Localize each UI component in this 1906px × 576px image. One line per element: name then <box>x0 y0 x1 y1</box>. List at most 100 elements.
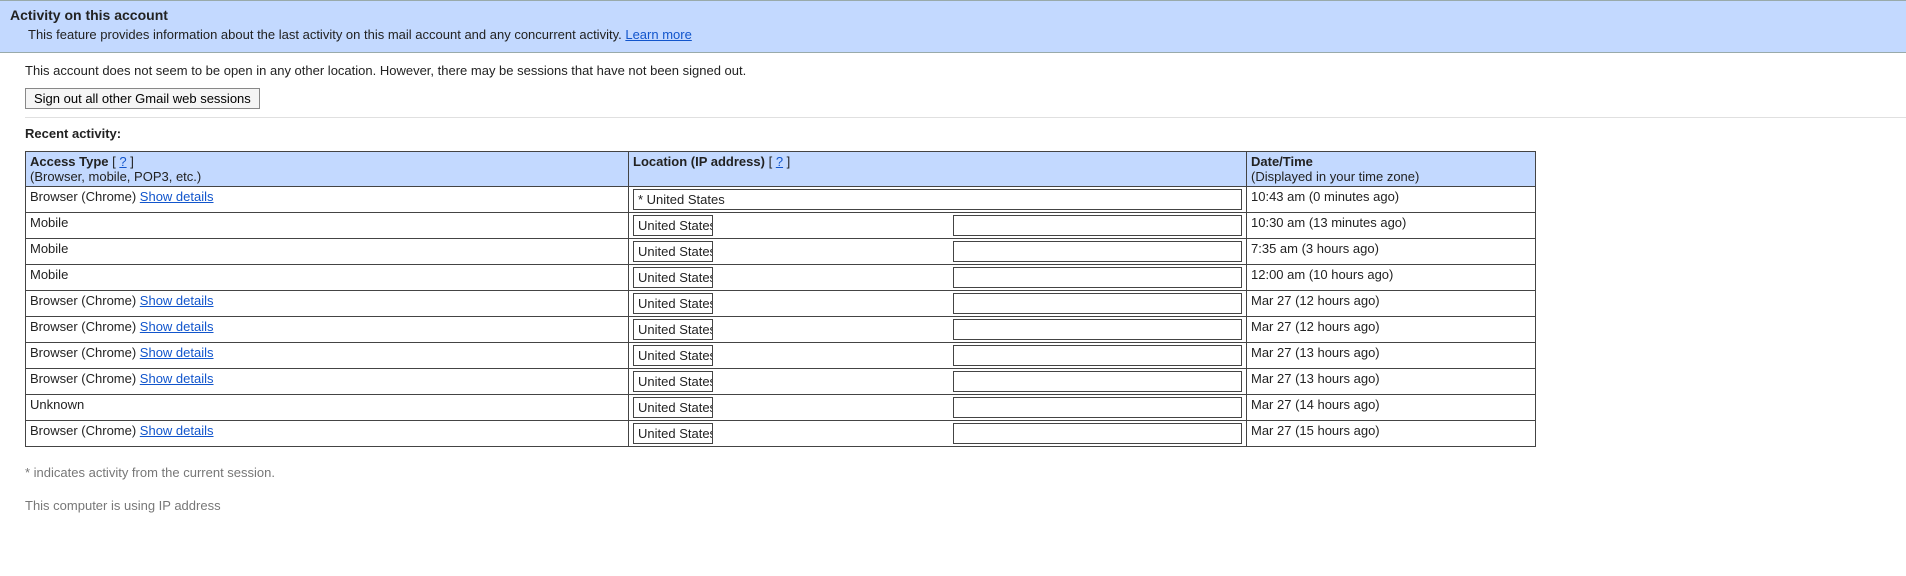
location-cell: United States (1 <box>629 265 1247 291</box>
access-cell: Unknown <box>26 395 629 421</box>
access-type-text: Browser (Chrome) <box>30 189 140 204</box>
show-details-link[interactable]: Show details <box>140 423 214 438</box>
access-cell: Browser (Chrome) Show details <box>26 187 629 213</box>
location-empty-right <box>953 215 1242 236</box>
location-cell: United States (1 <box>629 213 1247 239</box>
location-text: United States (1 <box>633 267 713 288</box>
location-empty-right <box>953 319 1242 340</box>
location-empty-right <box>953 293 1242 314</box>
access-type-help-link[interactable]: ? <box>119 154 126 169</box>
datetime-cell: 7:35 am (3 hours ago) <box>1247 239 1536 265</box>
show-details-link[interactable]: Show details <box>140 345 214 360</box>
col-header-access: Access Type [ ? ] (Browser, mobile, POP3… <box>26 152 629 187</box>
location-text: United States (1 <box>633 397 713 418</box>
location-gap <box>713 345 953 366</box>
show-details-link[interactable]: Show details <box>140 189 214 204</box>
recent-activity-label: Recent activity: <box>25 126 1906 141</box>
access-type-text: Browser (Chrome) <box>30 345 140 360</box>
access-cell: Browser (Chrome) Show details <box>26 343 629 369</box>
datetime-cell: 10:30 am (13 minutes ago) <box>1247 213 1536 239</box>
table-header-row: Access Type [ ? ] (Browser, mobile, POP3… <box>26 152 1536 187</box>
location-text: United States (1 <box>633 241 713 262</box>
location-cell: United States (1 <box>629 395 1247 421</box>
datetime-cell: Mar 27 (13 hours ago) <box>1247 343 1536 369</box>
location-cell: United States (1 <box>629 369 1247 395</box>
col-header-datetime-sub: (Displayed in your time zone) <box>1251 169 1419 184</box>
access-cell: Browser (Chrome) Show details <box>26 421 629 447</box>
learn-more-link[interactable]: Learn more <box>625 27 691 42</box>
location-empty-right <box>953 397 1242 418</box>
location-text: * United States <box>633 189 1242 210</box>
location-gap <box>713 293 953 314</box>
access-cell: Browser (Chrome) Show details <box>26 317 629 343</box>
access-cell: Browser (Chrome) Show details <box>26 291 629 317</box>
table-row: Browser (Chrome) Show detailsUnited Stat… <box>26 369 1536 395</box>
access-type-text: Browser (Chrome) <box>30 319 140 334</box>
banner-description: This feature provides information about … <box>10 27 1896 42</box>
location-empty-right <box>953 267 1242 288</box>
table-row: Browser (Chrome) Show detailsUnited Stat… <box>26 291 1536 317</box>
location-empty-right <box>953 423 1242 444</box>
divider <box>25 117 1906 118</box>
datetime-cell: Mar 27 (13 hours ago) <box>1247 369 1536 395</box>
show-details-link[interactable]: Show details <box>140 293 214 308</box>
location-gap <box>713 267 953 288</box>
location-empty-right <box>953 371 1242 392</box>
location-text: United States (1 <box>633 293 713 314</box>
access-type-text: Browser (Chrome) <box>30 371 140 386</box>
show-details-link[interactable]: Show details <box>140 319 214 334</box>
location-cell: United States (1 <box>629 239 1247 265</box>
location-text: United States (1 <box>633 319 713 340</box>
location-text: United States (1 <box>633 345 713 366</box>
access-type-text: Browser (Chrome) <box>30 423 140 438</box>
table-row: Mobile United States (1 10:30 am (13 minut… <box>26 213 1536 239</box>
table-row: Unknown United States (1 Mar 27 (14 hours … <box>26 395 1536 421</box>
datetime-cell: Mar 27 (15 hours ago) <box>1247 421 1536 447</box>
location-text: United States (1 <box>633 371 713 392</box>
access-type-text: Mobile <box>30 267 68 282</box>
access-type-text: Mobile <box>30 241 68 256</box>
access-cell: Mobile <box>26 239 629 265</box>
col-header-location-title: Location (IP address) <box>633 154 765 169</box>
location-help-link[interactable]: ? <box>776 154 783 169</box>
col-header-datetime: Date/Time (Displayed in your time zone) <box>1247 152 1536 187</box>
table-row: Browser (Chrome) Show detailsUnited Stat… <box>26 343 1536 369</box>
col-header-datetime-title: Date/Time <box>1251 154 1313 169</box>
access-type-text: Unknown <box>30 397 84 412</box>
location-empty-right <box>953 345 1242 366</box>
col-header-location: Location (IP address) [ ? ] <box>629 152 1247 187</box>
table-row: Browser (Chrome) Show detailsUnited Stat… <box>26 421 1536 447</box>
datetime-cell: 12:00 am (10 hours ago) <box>1247 265 1536 291</box>
datetime-cell: Mar 27 (12 hours ago) <box>1247 317 1536 343</box>
location-cell: * United States <box>629 187 1247 213</box>
activity-table: Access Type [ ? ] (Browser, mobile, POP3… <box>25 151 1536 447</box>
location-empty-right <box>953 241 1242 262</box>
access-type-text: Mobile <box>30 215 68 230</box>
signout-other-sessions-button[interactable]: Sign out all other Gmail web sessions <box>25 88 260 109</box>
info-banner: Activity on this account This feature pr… <box>0 0 1906 53</box>
col-header-access-sub: (Browser, mobile, POP3, etc.) <box>30 169 201 184</box>
current-session-footnote: * indicates activity from the current se… <box>25 465 1906 480</box>
page-title: Activity on this account <box>10 7 1896 23</box>
datetime-cell: 10:43 am (0 minutes ago) <box>1247 187 1536 213</box>
current-ip-label: This computer is using IP address <box>25 498 1906 513</box>
table-row: Mobile United States (1 7:35 am (3 hours a… <box>26 239 1536 265</box>
table-row: Mobile United States (1 12:00 am (10 hours… <box>26 265 1536 291</box>
location-gap <box>713 371 953 392</box>
access-cell: Browser (Chrome) Show details <box>26 369 629 395</box>
table-row: Browser (Chrome) Show detailsUnited Stat… <box>26 317 1536 343</box>
datetime-cell: Mar 27 (14 hours ago) <box>1247 395 1536 421</box>
access-type-text: Browser (Chrome) <box>30 293 140 308</box>
location-gap <box>713 215 953 236</box>
location-text: United States (1 <box>633 215 713 236</box>
location-gap <box>713 397 953 418</box>
location-cell: United States (1 <box>629 317 1247 343</box>
show-details-link[interactable]: Show details <box>140 371 214 386</box>
location-cell: United States (1 <box>629 343 1247 369</box>
access-cell: Mobile <box>26 213 629 239</box>
datetime-cell: Mar 27 (12 hours ago) <box>1247 291 1536 317</box>
banner-desc-text: This feature provides information about … <box>28 27 625 42</box>
location-cell: United States (1 <box>629 291 1247 317</box>
table-row: Browser (Chrome) Show details* United St… <box>26 187 1536 213</box>
location-text: United States (1 <box>633 423 713 444</box>
